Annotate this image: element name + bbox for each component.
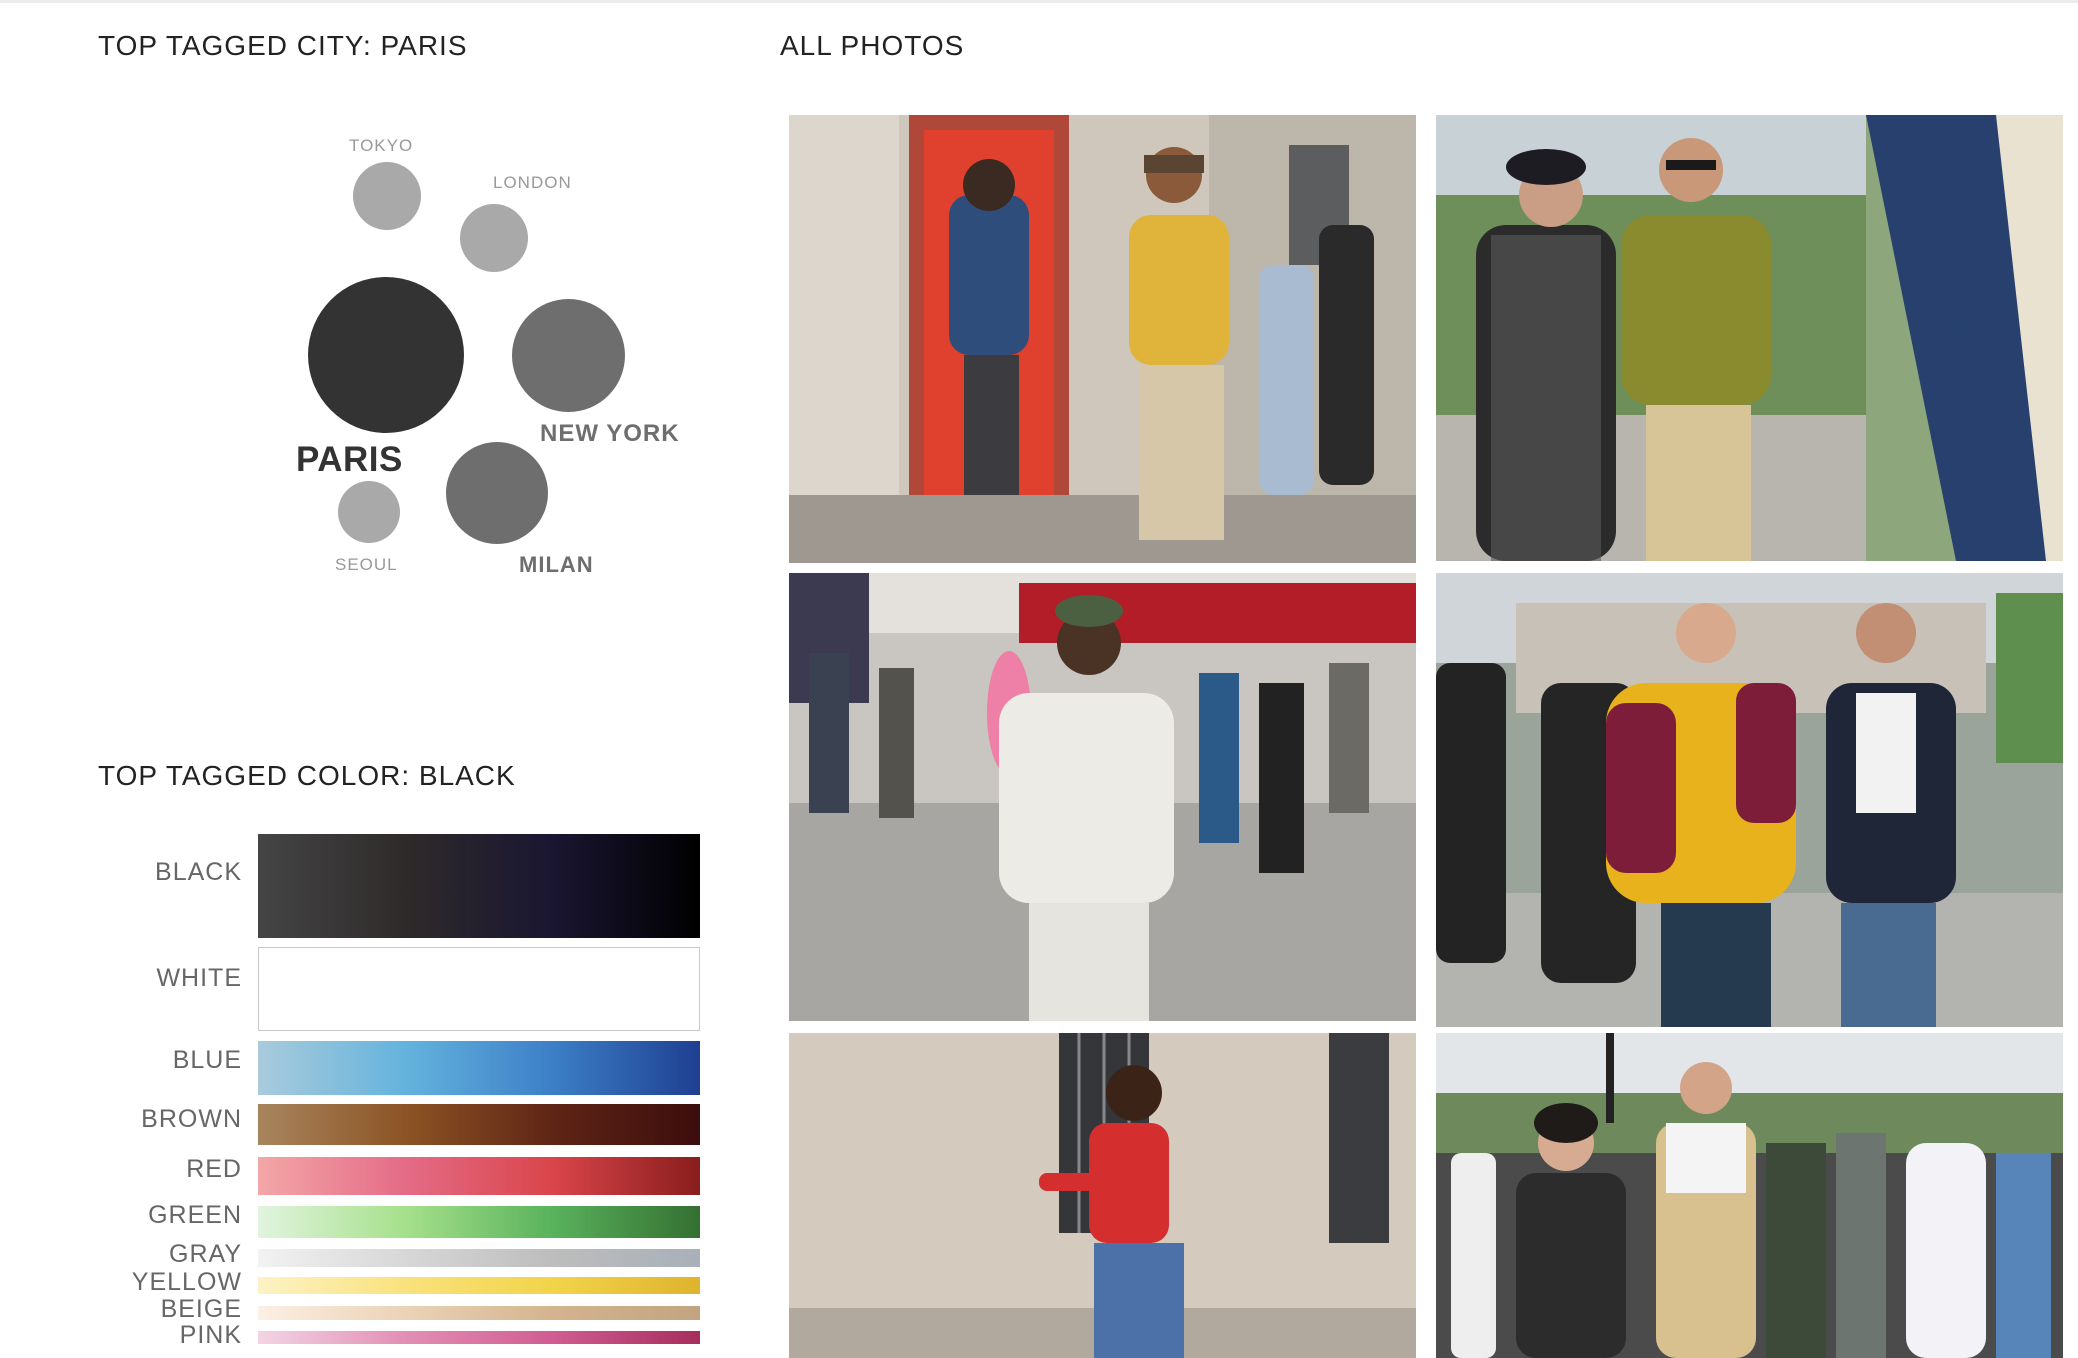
- city-label-milan: MILAN: [519, 552, 594, 577]
- city-label-tokyo: TOKYO: [349, 136, 414, 155]
- color-bar-red[interactable]: [258, 1157, 700, 1195]
- color-bar-pink[interactable]: [258, 1331, 700, 1344]
- color-label-beige: BEIGE: [160, 1295, 242, 1323]
- color-bar-green[interactable]: [258, 1206, 700, 1238]
- color-bar-brown[interactable]: [258, 1104, 700, 1145]
- city-label-paris: PARIS: [296, 440, 403, 479]
- city-label-new-york: NEW YORK: [540, 420, 680, 447]
- photo-4[interactable]: [1436, 573, 2063, 1027]
- photo-3[interactable]: [789, 573, 1416, 1021]
- color-label-gray: GRAY: [169, 1240, 242, 1268]
- city-bubble-new-york[interactable]: [512, 299, 625, 412]
- color-label-yellow: YELLOW: [131, 1268, 242, 1296]
- color-bar-beige[interactable]: [258, 1306, 700, 1320]
- top-divider: [0, 0, 2078, 3]
- photo-2[interactable]: NZO PARIS: [1436, 115, 2063, 561]
- city-bubble-milan[interactable]: [446, 442, 548, 544]
- photo-5-image: [789, 1033, 1416, 1358]
- color-bar-gray[interactable]: [258, 1249, 700, 1267]
- city-label-seoul: SEOUL: [335, 555, 398, 574]
- color-bar-yellow[interactable]: [258, 1277, 700, 1294]
- photo-6-image: [1436, 1033, 2063, 1358]
- photo-1[interactable]: [789, 115, 1416, 563]
- color-label-black: BLACK: [155, 858, 242, 886]
- color-bar-black[interactable]: [258, 834, 700, 938]
- photo-5[interactable]: [789, 1033, 1416, 1358]
- photo-3-image: [789, 573, 1416, 1021]
- color-label-brown: BROWN: [141, 1105, 242, 1133]
- color-label-blue: BLUE: [172, 1046, 242, 1074]
- photo-2-image: NZO PARIS: [1436, 115, 2063, 561]
- city-label-london: LONDON: [493, 173, 572, 192]
- top-color-title: TOP TAGGED COLOR: BLACK: [98, 760, 516, 791]
- photo-4-image: [1436, 573, 2063, 1027]
- color-label-white: WHITE: [156, 964, 242, 992]
- all-photos-title: ALL PHOTOS: [780, 30, 965, 61]
- city-bubble-london[interactable]: [460, 204, 528, 272]
- photo-1-image: [789, 115, 1416, 563]
- poster-text: NZO PARIS: [1931, 155, 1977, 379]
- photo-6[interactable]: [1436, 1033, 2063, 1358]
- color-label-pink: PINK: [179, 1321, 242, 1349]
- color-bar-blue[interactable]: [258, 1041, 700, 1095]
- city-bubble-seoul[interactable]: [338, 481, 400, 543]
- top-city-title: TOP TAGGED CITY: PARIS: [98, 30, 468, 61]
- city-bubble-paris[interactable]: [308, 277, 464, 433]
- city-bubble-tokyo[interactable]: [353, 162, 421, 230]
- color-bar-white[interactable]: [258, 947, 700, 1031]
- color-label-green: GREEN: [148, 1201, 242, 1229]
- color-label-red: RED: [186, 1155, 242, 1183]
